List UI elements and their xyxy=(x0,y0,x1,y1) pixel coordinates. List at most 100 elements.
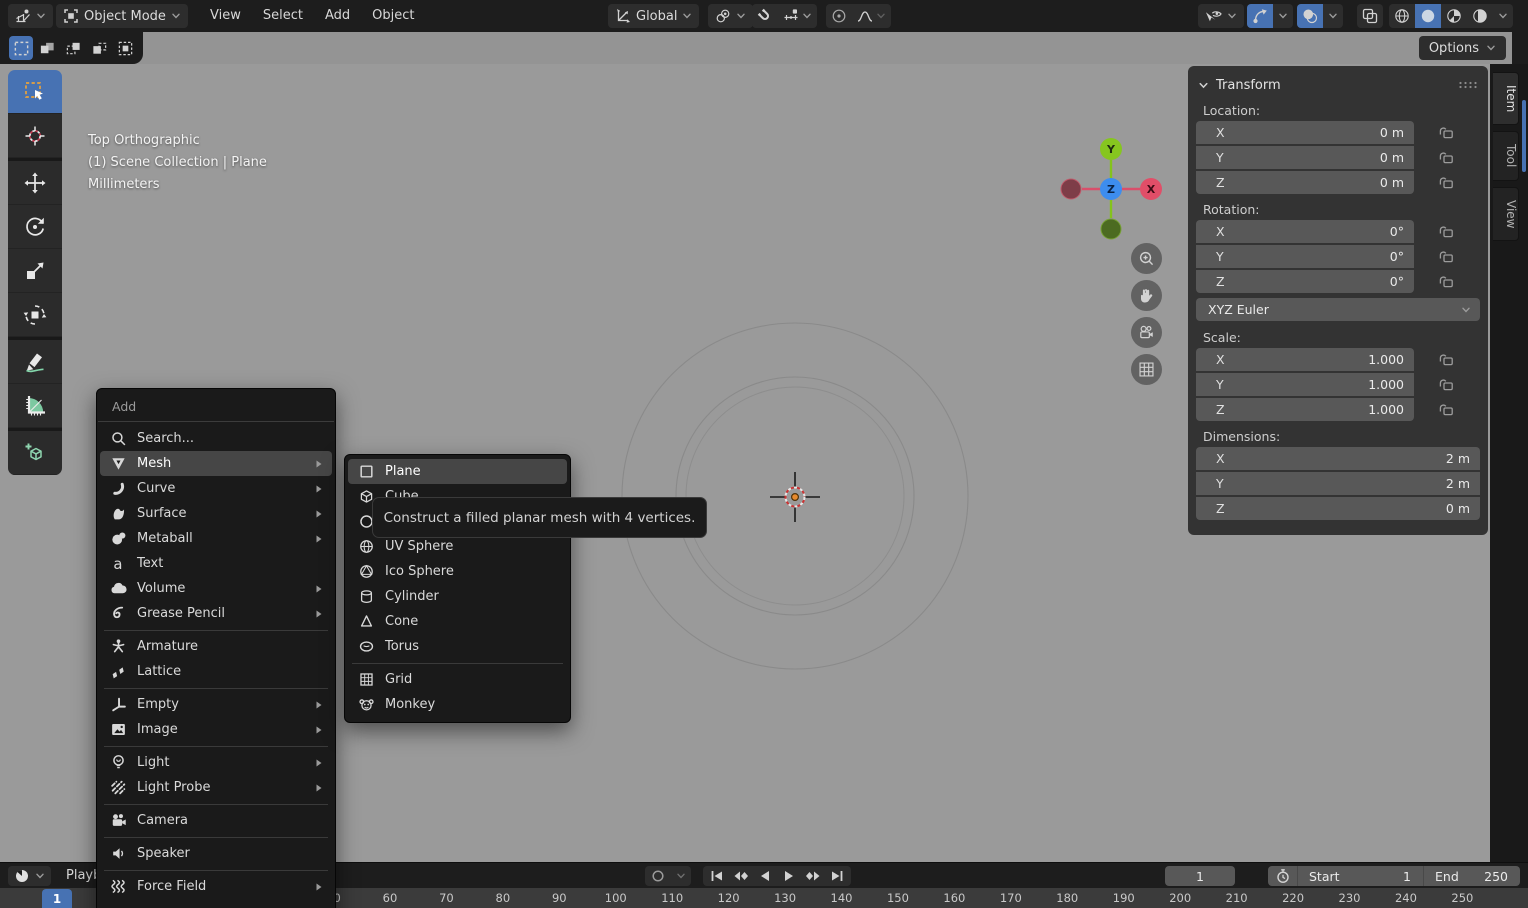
rotation-x-field[interactable]: X0° xyxy=(1196,220,1414,243)
sidebar-scrollbar[interactable] xyxy=(1522,100,1526,172)
snap-settings-dropdown[interactable] xyxy=(778,4,817,28)
menu-item-ico-sphere[interactable]: Ico Sphere xyxy=(348,559,567,584)
scale-x-field[interactable]: X1.000 xyxy=(1196,348,1414,371)
select-extend-button[interactable] xyxy=(35,36,59,60)
lock-open-icon[interactable] xyxy=(1438,377,1455,392)
camera-view-button[interactable] xyxy=(1131,317,1162,348)
show-overlays-button[interactable] xyxy=(1297,4,1323,28)
menu-item-search[interactable]: Search... xyxy=(100,426,332,451)
mode-select-dropdown[interactable]: Object Mode xyxy=(56,4,188,28)
select-subtract-button[interactable] xyxy=(61,36,85,60)
options-dropdown[interactable]: Options xyxy=(1419,36,1506,60)
transform-tool-button[interactable] xyxy=(8,293,62,337)
menu-item-monkey[interactable]: Monkey xyxy=(348,692,567,717)
rotation-y-field[interactable]: Y0° xyxy=(1196,245,1414,268)
menu-item-cylinder[interactable]: Cylinder xyxy=(348,584,567,609)
menu-item-curve[interactable]: Curve xyxy=(100,476,332,501)
menu-item-metaball[interactable]: Metaball xyxy=(100,526,332,551)
prev-keyframe-button[interactable] xyxy=(729,866,753,886)
location-x-field[interactable]: X0 m xyxy=(1196,121,1414,144)
falloff-dropdown[interactable] xyxy=(852,4,891,28)
annotate-tool-button[interactable] xyxy=(8,340,62,384)
location-y-field[interactable]: Y0 m xyxy=(1196,146,1414,169)
menu-item-image[interactable]: Image xyxy=(100,717,332,742)
transform-orientation-dropdown[interactable]: Global xyxy=(608,4,699,28)
navigation-gizmo[interactable]: Y X Z xyxy=(1059,137,1163,241)
menu-item-torus[interactable]: Torus xyxy=(348,634,567,659)
add-cube-tool-button[interactable] xyxy=(8,431,62,475)
rotate-tool-button[interactable] xyxy=(8,205,62,249)
gizmo-y-neg-axis[interactable] xyxy=(1101,219,1121,239)
dimensions-y-field[interactable]: Y2 m xyxy=(1196,472,1480,495)
lock-open-icon[interactable] xyxy=(1438,352,1455,367)
menu-item-plane[interactable]: Plane xyxy=(348,459,567,484)
menu-item-force-field[interactable]: Force Field xyxy=(100,874,332,899)
use-preview-range-button[interactable] xyxy=(1268,866,1297,886)
cursor-tool-button[interactable] xyxy=(8,114,62,158)
menu-add[interactable]: Add xyxy=(314,0,361,32)
menu-item-camera[interactable]: Camera xyxy=(100,808,332,833)
autokey-dropdown[interactable] xyxy=(671,866,691,886)
visibility-dropdown[interactable] xyxy=(1198,4,1244,28)
jump-start-button[interactable] xyxy=(705,866,729,886)
menu-item-text[interactable]: aText xyxy=(100,551,332,576)
menu-item-volume[interactable]: Volume xyxy=(100,576,332,601)
shading-solid-button[interactable] xyxy=(1415,4,1441,28)
zoom-button[interactable] xyxy=(1131,243,1162,274)
menu-item-grease-pencil[interactable]: Grease Pencil xyxy=(100,601,332,626)
menu-view[interactable]: View xyxy=(199,0,252,32)
menu-item-light[interactable]: Light xyxy=(100,750,332,775)
menu-item-cone[interactable]: Cone xyxy=(348,609,567,634)
select-intersect-button[interactable] xyxy=(113,36,137,60)
play-forward-button[interactable] xyxy=(777,866,801,886)
menu-select[interactable]: Select xyxy=(252,0,314,32)
lock-open-icon[interactable] xyxy=(1438,274,1455,289)
menu-item-light-probe[interactable]: Light Probe xyxy=(100,775,332,800)
menu-item-mesh[interactable]: Mesh xyxy=(100,451,332,476)
play-reverse-button[interactable] xyxy=(753,866,777,886)
move-tool-button[interactable] xyxy=(8,161,62,205)
tab-item[interactable]: Item xyxy=(1493,72,1519,125)
scale-tool-button[interactable] xyxy=(8,249,62,293)
menu-item-grid[interactable]: Grid xyxy=(348,667,567,692)
menu-item-armature[interactable]: Armature xyxy=(100,634,332,659)
shading-dropdown[interactable] xyxy=(1493,4,1513,28)
pivot-point-dropdown[interactable] xyxy=(708,4,753,28)
select-box-tool-button[interactable] xyxy=(8,70,62,114)
show-gizmos-button[interactable] xyxy=(1247,4,1273,28)
autokey-toggle-button[interactable] xyxy=(645,866,671,886)
scale-y-field[interactable]: Y1.000 xyxy=(1196,373,1414,396)
select-invert-button[interactable] xyxy=(87,36,111,60)
menu-item-surface[interactable]: Surface xyxy=(100,501,332,526)
lock-open-icon[interactable] xyxy=(1438,224,1455,239)
gizmos-dropdown[interactable] xyxy=(1273,4,1293,28)
end-frame-field[interactable]: End 250 xyxy=(1424,866,1520,886)
next-keyframe-button[interactable] xyxy=(801,866,825,886)
overlays-dropdown[interactable] xyxy=(1323,4,1343,28)
lock-open-icon[interactable] xyxy=(1438,249,1455,264)
location-z-field[interactable]: Z0 m xyxy=(1196,171,1414,194)
lock-open-icon[interactable] xyxy=(1438,175,1455,190)
current-frame-field[interactable]: 1 xyxy=(1165,866,1235,886)
gizmo-x-neg-axis[interactable] xyxy=(1061,179,1081,199)
proportional-edit-button[interactable] xyxy=(826,4,852,28)
dimensions-z-field[interactable]: Z0 m xyxy=(1196,497,1480,520)
lock-open-icon[interactable] xyxy=(1438,125,1455,140)
xray-toggle-button[interactable] xyxy=(1357,4,1383,28)
rotation-mode-dropdown[interactable]: XYZ Euler xyxy=(1196,298,1480,321)
perspective-toggle-button[interactable] xyxy=(1131,354,1162,385)
editor-type-button[interactable] xyxy=(8,4,53,28)
jump-end-button[interactable] xyxy=(825,866,849,886)
snap-toggle-button[interactable] xyxy=(752,4,778,28)
measure-tool-button[interactable] xyxy=(8,384,62,428)
menu-item-lattice[interactable]: Lattice xyxy=(100,659,332,684)
transform-panel-header[interactable]: Transform xyxy=(1196,73,1480,97)
menu-object[interactable]: Object xyxy=(361,0,425,32)
playhead[interactable]: 1 xyxy=(42,889,72,908)
tab-tool[interactable]: Tool xyxy=(1493,131,1519,180)
drag-handle-icon[interactable] xyxy=(1458,81,1478,89)
pan-button[interactable] xyxy=(1131,280,1162,311)
lock-open-icon[interactable] xyxy=(1438,150,1455,165)
shading-rendered-button[interactable] xyxy=(1467,4,1493,28)
select-set-button[interactable] xyxy=(9,36,33,60)
